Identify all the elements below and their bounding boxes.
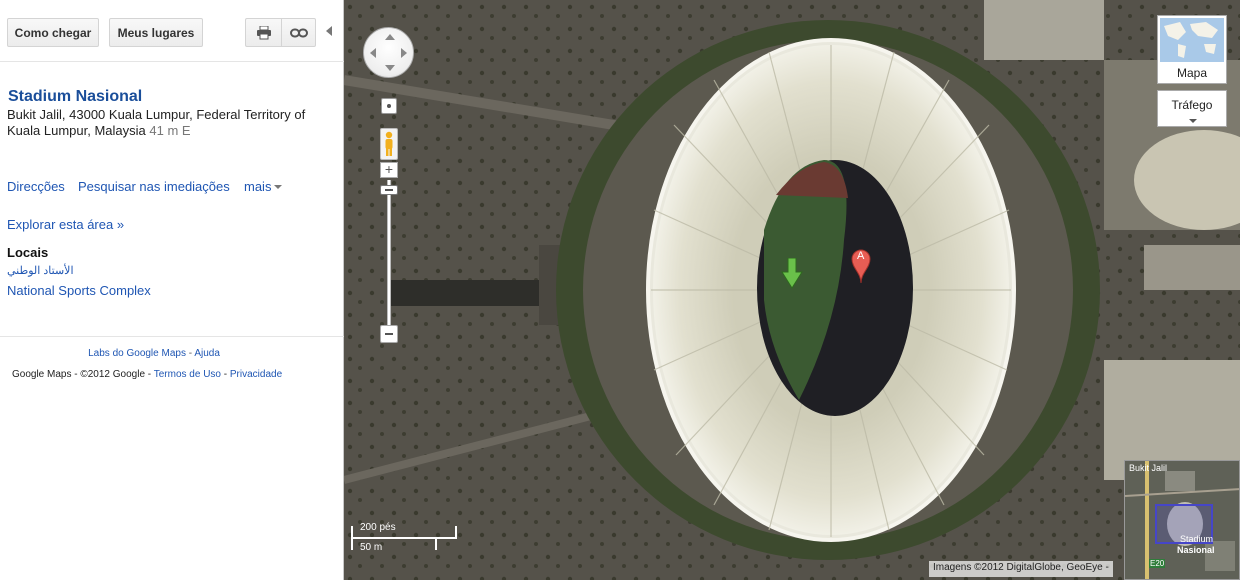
print-button[interactable] — [245, 18, 281, 47]
divider — [0, 61, 344, 62]
locais-complex-link[interactable]: National Sports Complex — [7, 283, 151, 298]
footer-links: Labs do Google Maps - Ajuda — [0, 348, 308, 359]
map-canvas[interactable]: A + Mapa Tráfego 200 pés 50 m Imagens ©2… — [344, 0, 1240, 580]
overview-label-stadium: Stadium — [1180, 534, 1214, 544]
labs-link[interactable]: Labs do Google Maps — [88, 348, 186, 359]
traffic-dropdown[interactable]: Tráfego — [1157, 90, 1227, 127]
map-type-label: Mapa — [1176, 66, 1208, 80]
overview-label-nasional: Nasional — [1177, 545, 1215, 555]
link-icon — [289, 28, 308, 37]
footer-copyright: Google Maps - ©2012 Google - Termos de U… — [12, 369, 282, 380]
map-thumbnail — [1160, 18, 1224, 62]
zoom-slider-handle[interactable] — [380, 185, 398, 195]
world-map-icon — [1160, 18, 1224, 62]
elevation-text: 41 m E — [149, 123, 191, 138]
marker-letter: A — [857, 250, 865, 262]
link-button[interactable] — [281, 18, 316, 47]
pegman-icon — [385, 131, 393, 156]
help-link[interactable]: Ajuda — [194, 348, 220, 359]
privacy-link[interactable]: Privacidade — [230, 369, 282, 380]
street-view-pegman-icon[interactable] — [380, 128, 398, 160]
explore-area-link[interactable]: Explorar esta área » — [7, 217, 124, 232]
traffic-label: Tráfego — [1171, 98, 1213, 112]
footer-separator: - — [223, 369, 228, 380]
print-icon — [256, 25, 271, 39]
place-marker-a[interactable]: A — [850, 248, 872, 287]
pan-right-icon[interactable] — [401, 48, 407, 58]
more-dropdown[interactable]: mais — [244, 179, 282, 194]
directions-button[interactable]: Como chegar — [7, 18, 99, 47]
place-address: Bukit Jalil, 43000 Kuala Lumpur, Federal… — [7, 107, 337, 139]
imagery-credit: Imagens ©2012 DigitalGlobe, GeoEye - — [929, 561, 1113, 577]
zoom-in-button[interactable]: + — [380, 162, 398, 178]
chevron-down-icon — [1189, 119, 1197, 123]
scale-meters-label: 50 m — [360, 542, 383, 553]
locais-arabic-link[interactable]: الأستاد الوطني — [7, 264, 74, 277]
zoom-out-button[interactable] — [380, 325, 398, 343]
divider — [0, 336, 344, 337]
sidebar-panel: Como chegar Meus lugares Stadium Nasiona… — [0, 0, 344, 580]
terms-link[interactable]: Termos de Uso — [154, 369, 221, 380]
zoom-slider-track[interactable] — [387, 180, 391, 326]
footer-separator: - — [188, 348, 193, 359]
pan-down-icon[interactable] — [385, 65, 395, 71]
overview-label-bukit-jalil: Bukit Jalil — [1129, 463, 1168, 473]
overview-map[interactable]: Bukit Jalil Stadium Nasional E20 — [1124, 460, 1240, 580]
copyright-text: Google Maps - ©2012 Google - — [12, 369, 152, 380]
search-nearby-link[interactable]: Pesquisar nas imediações — [78, 179, 230, 194]
road-shield: E20 — [1149, 559, 1166, 568]
collapse-panel-icon[interactable] — [325, 24, 335, 38]
directions-link[interactable]: Direcções — [7, 179, 65, 194]
scale-feet-label: 200 pés — [360, 522, 396, 533]
green-arrow-marker[interactable] — [781, 258, 803, 294]
locais-heading: Locais — [7, 245, 49, 260]
zoom-reset-button[interactable] — [381, 98, 397, 114]
pan-control[interactable] — [363, 27, 414, 78]
my-places-button[interactable]: Meus lugares — [109, 18, 203, 47]
pan-up-icon[interactable] — [385, 34, 395, 40]
place-title[interactable]: Stadium Nasional — [8, 88, 142, 106]
map-type-button[interactable]: Mapa — [1157, 15, 1227, 84]
pan-left-icon[interactable] — [370, 48, 376, 58]
